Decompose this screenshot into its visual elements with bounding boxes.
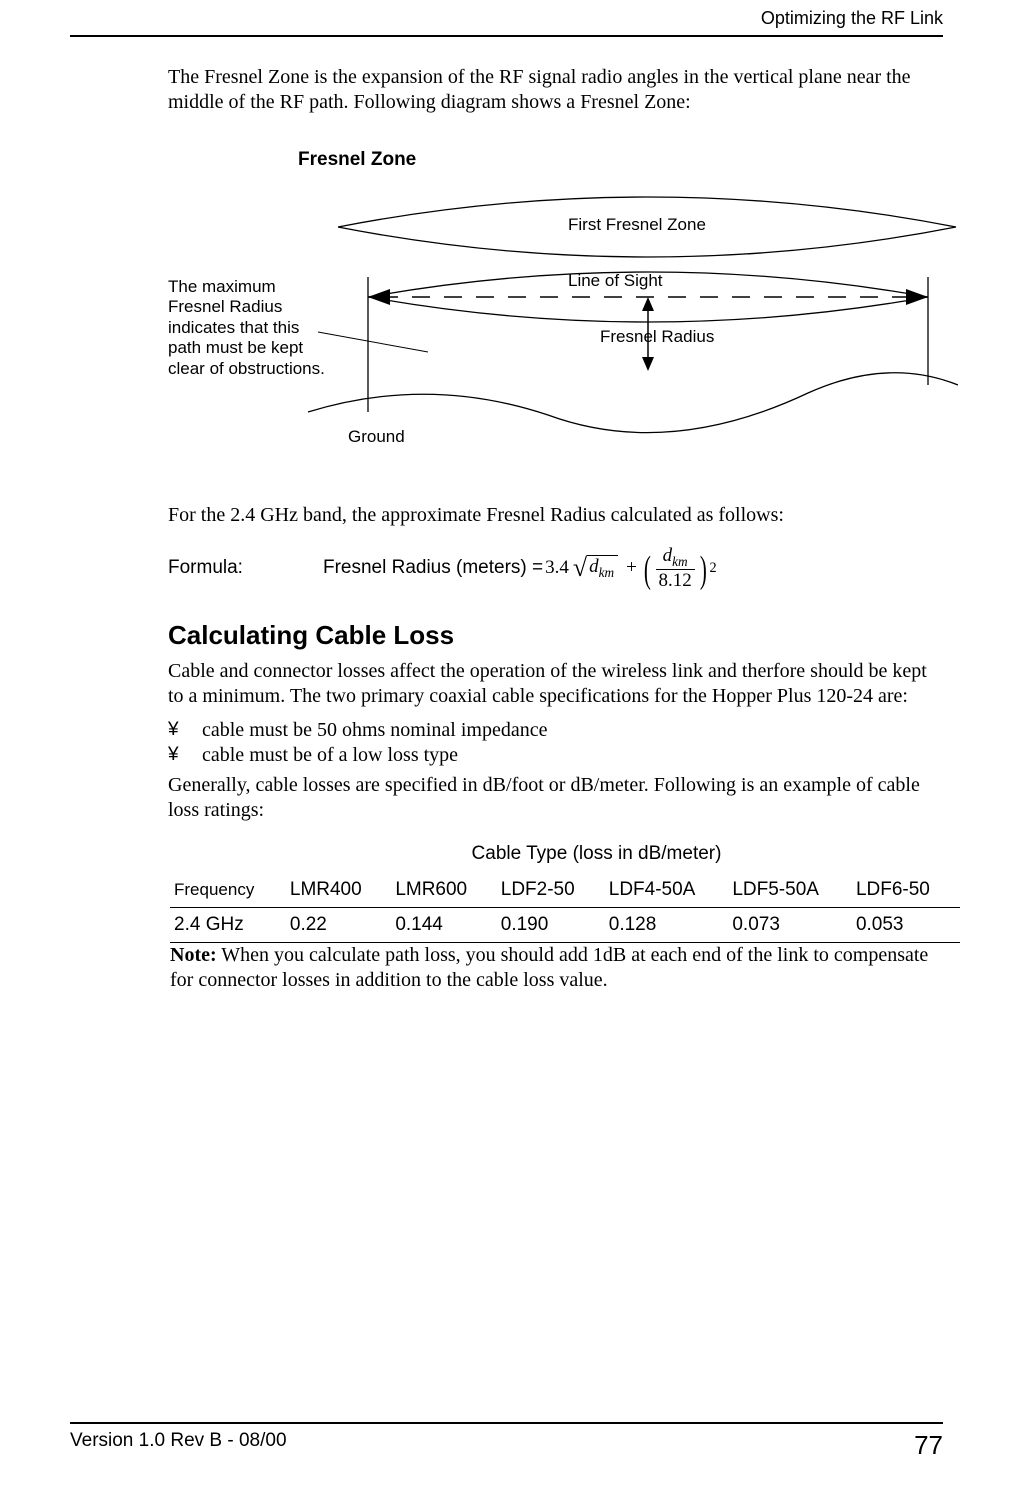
cable-loss-heading: Calculating Cable Loss <box>168 620 943 651</box>
formula-label: Formula: <box>168 557 243 579</box>
formula-var-sub: km <box>599 564 615 579</box>
th-ldf6-50: LDF6-50 <box>852 873 960 908</box>
running-header: Optimizing the RF Link <box>70 0 943 37</box>
formula-lhs: Fresnel Radius (meters) = <box>323 557 543 579</box>
after-figure-paragraph: For the 2.4 GHz band, the approximate Fr… <box>168 503 943 528</box>
cable-p1: Cable and connector losses affect the op… <box>168 659 943 709</box>
note-text: When you calculate path loss, you should… <box>170 944 928 991</box>
td-ldf5-50a: 0.073 <box>728 908 852 943</box>
right-paren-icon: ) <box>700 555 707 585</box>
fraction: dkm 8.12 <box>656 546 695 590</box>
ground-label: Ground <box>348 427 405 447</box>
diagram-note: The maximum Fresnel Radius indicates tha… <box>168 277 328 379</box>
th-frequency: Frequency <box>170 873 286 908</box>
table-row: 2.4 GHz 0.22 0.144 0.190 0.128 0.073 0.0… <box>170 908 960 943</box>
squared-exponent: 2 <box>709 560 716 577</box>
line-of-sight-label: Line of Sight <box>568 271 663 291</box>
th-lmr400: LMR400 <box>286 873 391 908</box>
page-footer: Version 1.0 Rev B - 08/00 77 <box>70 1422 943 1461</box>
table-caption: Cable Type (loss in dB/meter) <box>250 843 943 865</box>
cable-p2: Generally, cable losses are specified in… <box>168 773 943 823</box>
table-header-row: Frequency LMR400 LMR600 LDF2-50 LDF4-50A… <box>170 873 960 908</box>
th-ldf5-50a: LDF5-50A <box>728 873 852 908</box>
td-ldf4-50a: 0.128 <box>605 908 729 943</box>
td-lmr600: 0.144 <box>391 908 496 943</box>
figure-title: Fresnel Zone <box>298 149 943 171</box>
bullet-2: cable must be of a low loss type <box>168 744 943 767</box>
formula-num-var: d <box>663 545 673 566</box>
fresnel-diagram: The maximum Fresnel Radius indicates tha… <box>168 177 943 477</box>
bullet-1: cable must be 50 ohms nominal impedance <box>168 719 943 742</box>
td-ldf6-50: 0.053 <box>852 908 960 943</box>
th-lmr600: LMR600 <box>391 873 496 908</box>
formula-row: Formula: Fresnel Radius (meters) = 3.4 √… <box>168 546 943 590</box>
plus-sign: + <box>626 557 637 579</box>
page-number: 77 <box>914 1430 943 1461</box>
left-paren-icon: ( <box>644 555 651 585</box>
note-paragraph: Note: When you calculate path loss, you … <box>170 943 943 993</box>
fresnel-radius-label: Fresnel Radius <box>600 327 714 347</box>
cable-loss-table: Frequency LMR400 LMR600 LDF2-50 LDF4-50A… <box>170 873 960 943</box>
formula-num-sub: km <box>672 554 688 569</box>
version-label: Version 1.0 Rev B - 08/00 <box>70 1430 287 1461</box>
intro-paragraph: The Fresnel Zone is the expansion of the… <box>168 65 943 115</box>
td-lmr400: 0.22 <box>286 908 391 943</box>
note-label: Note: <box>170 944 217 966</box>
td-frequency: 2.4 GHz <box>170 908 286 943</box>
formula-den: 8.12 <box>656 569 695 590</box>
sqrt-icon: √ dkm <box>573 555 618 582</box>
formula-coef: 3.4 <box>545 557 569 579</box>
formula-equation: Fresnel Radius (meters) = 3.4 √ dkm + ( … <box>323 546 717 590</box>
th-ldf2-50: LDF2-50 <box>497 873 605 908</box>
td-ldf2-50: 0.190 <box>497 908 605 943</box>
first-fresnel-label: First Fresnel Zone <box>568 215 706 235</box>
th-ldf4-50a: LDF4-50A <box>605 873 729 908</box>
formula-var: d <box>589 556 599 577</box>
